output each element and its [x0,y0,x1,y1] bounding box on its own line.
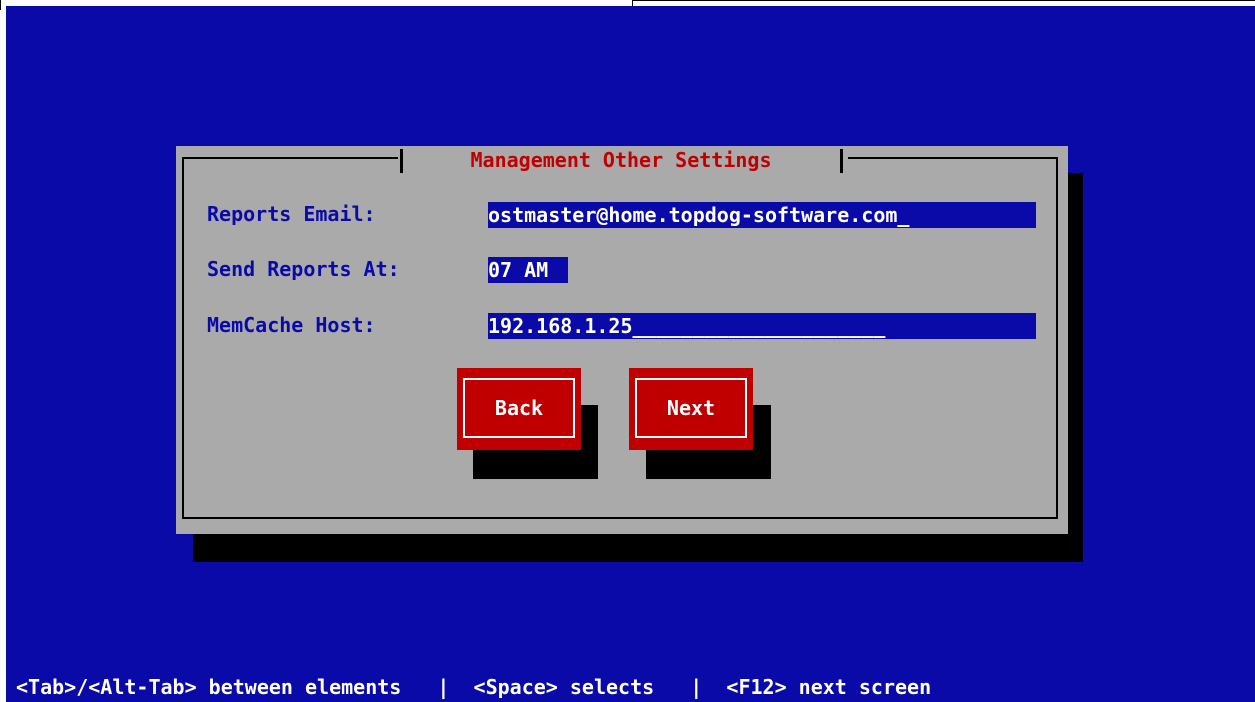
window-edge [0,0,1,10]
keyboard-hint-bar: <Tab>/<Alt-Tab> between elements | <Spac… [16,675,932,699]
send-reports-at-label: Send Reports At: [207,257,400,281]
title-right-bar [840,149,843,173]
back-button-label: Back [463,378,575,438]
next-button-label: Next [635,378,747,438]
reports-email-input[interactable]: ostmaster@home.topdog-software.com_ [488,202,1036,228]
memcache-host-input[interactable]: 192.168.1.25_____________________ [488,313,1036,339]
back-button[interactable]: Back [457,368,581,450]
window-top-border [632,0,1255,1]
dialog-title: Management Other Settings [470,148,772,172]
next-button[interactable]: Next [629,368,753,450]
reports-email-label: Reports Email: [207,202,376,226]
title-left-bar [400,149,403,173]
send-reports-at-input[interactable]: 07 AM [488,257,568,283]
memcache-host-label: MemCache Host: [207,313,376,337]
